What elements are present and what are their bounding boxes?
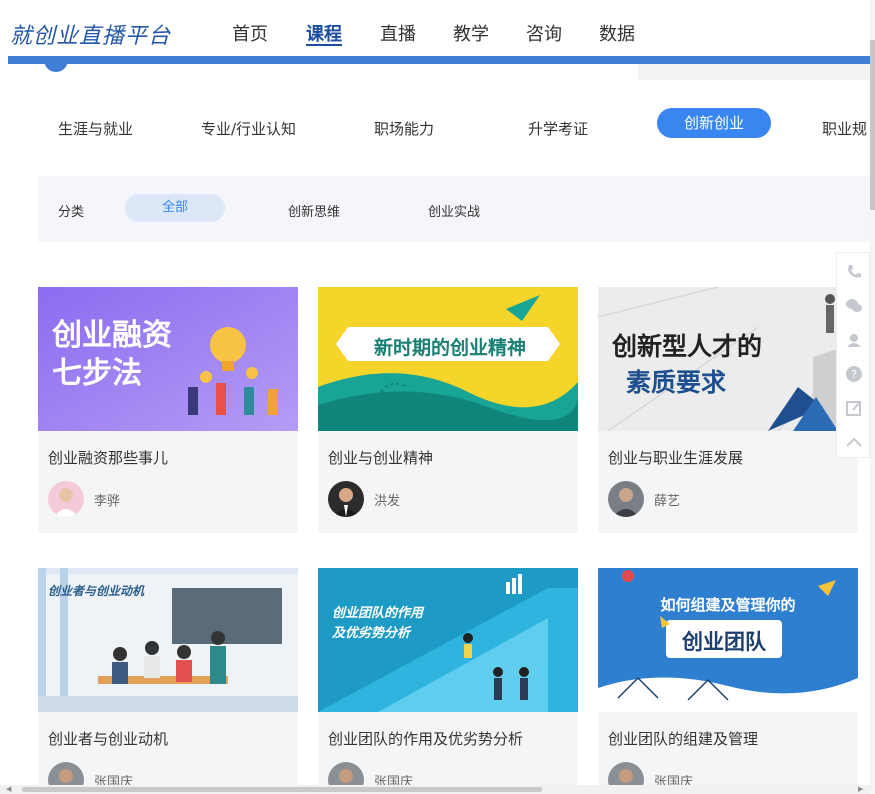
course-thumbnail[interactable]: 创业融资 七步法 bbox=[38, 287, 298, 431]
site-logo[interactable]: 就创业直播平台 bbox=[10, 18, 171, 50]
course-card[interactable]: 创业融资 七步法 创业融资那些事儿 李骅 bbox=[38, 287, 298, 533]
course-thumbnail[interactable]: 新时期的创业精神 bbox=[318, 287, 578, 431]
nav-live[interactable]: 直播 bbox=[380, 20, 416, 46]
service-icon[interactable] bbox=[837, 323, 871, 357]
thumbnail-caption: 创业融资 七步法 bbox=[52, 318, 172, 391]
filter-bar: 分类 全部 创新思维 创业实战 bbox=[38, 176, 870, 242]
nav-home[interactable]: 首页 bbox=[232, 20, 268, 46]
nav-data[interactable]: 数据 bbox=[599, 20, 635, 46]
course-thumbnail[interactable]: 创新型人才的 素质要求 bbox=[598, 287, 858, 431]
horizontal-scroll-thumb[interactable] bbox=[22, 787, 542, 792]
help-icon[interactable]: ? bbox=[837, 357, 871, 391]
course-author: 洪发 bbox=[374, 494, 401, 509]
hero-decoration bbox=[44, 58, 68, 72]
author-avatar bbox=[608, 481, 644, 517]
thumbnail-caption: 创新型人才的 素质要求 bbox=[612, 332, 763, 397]
category-tab-innovation[interactable]: 创新创业 bbox=[657, 108, 772, 138]
back-to-top-icon[interactable] bbox=[837, 425, 871, 459]
filter-option-all[interactable]: 全部 bbox=[125, 194, 225, 222]
author-avatar bbox=[48, 481, 84, 517]
scroll-left-arrow-icon[interactable]: ◀ bbox=[6, 785, 11, 793]
wechat-icon[interactable] bbox=[837, 289, 871, 323]
course-card[interactable]: 如何组建及管理你的 创业团队 创业团队的组建及管理 张国庆 bbox=[598, 568, 858, 794]
svg-text:?: ? bbox=[851, 368, 857, 381]
course-title[interactable]: 创业与创业精神 bbox=[328, 447, 433, 468]
filter-option-innovative-thinking[interactable]: 创新思维 bbox=[288, 201, 340, 220]
thumbnail-caption: 创业者与创业动机 bbox=[48, 584, 145, 598]
course-author: 薛艺 bbox=[654, 494, 681, 509]
course-title[interactable]: 创业团队的作用及优劣势分析 bbox=[328, 728, 523, 749]
thumbnail-caption: 创业团队的作用 及优劣势分析 bbox=[332, 606, 424, 641]
category-tab-exams[interactable]: 升学考证 bbox=[528, 114, 588, 144]
vertical-scroll-thumb[interactable] bbox=[870, 40, 875, 210]
hero-panel bbox=[638, 64, 870, 80]
header-accent-bar bbox=[8, 56, 870, 64]
phone-icon[interactable] bbox=[837, 255, 871, 289]
course-card[interactable]: 创业团队的作用 及优劣势分析 创业团队的作用及优劣势分析 张国庆 bbox=[318, 568, 578, 794]
course-thumbnail[interactable]: 创业者与创业动机 bbox=[38, 568, 298, 712]
category-tab-career[interactable]: 生涯与就业 bbox=[58, 114, 133, 144]
category-tab-industry[interactable]: 专业/行业认知 bbox=[201, 114, 296, 144]
author-avatar bbox=[328, 481, 364, 517]
course-title[interactable]: 创业融资那些事儿 bbox=[48, 447, 168, 468]
category-tab-planning[interactable]: 职业规 bbox=[822, 114, 867, 144]
course-author: 李骅 bbox=[94, 494, 121, 509]
course-title[interactable]: 创业与职业生涯发展 bbox=[608, 447, 743, 468]
course-card[interactable]: 创业者与创业动机 创业者与创业动机 张国庆 bbox=[38, 568, 298, 794]
hero-strip bbox=[8, 58, 870, 80]
nav-active-indicator bbox=[306, 44, 342, 46]
course-thumbnail[interactable]: 创业团队的作用 及优劣势分析 bbox=[318, 568, 578, 712]
course-title[interactable]: 创业者与创业动机 bbox=[48, 728, 168, 749]
nav-courses[interactable]: 课程 bbox=[306, 20, 342, 46]
nav-teaching[interactable]: 教学 bbox=[453, 20, 489, 46]
horizontal-scrollbar[interactable]: ◀ ▶ bbox=[0, 785, 870, 794]
filter-label: 分类 bbox=[58, 205, 85, 220]
course-card[interactable]: 创新型人才的 素质要求 创业与职业生涯发展 薛艺 bbox=[598, 287, 858, 533]
scroll-right-arrow-icon[interactable]: ▶ bbox=[858, 785, 863, 793]
vertical-scrollbar[interactable] bbox=[870, 0, 875, 794]
top-header: 就创业直播平台 首页 课程 直播 教学 咨询 数据 bbox=[0, 0, 875, 58]
thumbnail-caption-highlight: 创业团队 bbox=[682, 630, 766, 654]
thumbnail-caption: 如何组建及管理你的 bbox=[660, 596, 796, 614]
side-toolbar: ? bbox=[836, 252, 870, 458]
nav-consult[interactable]: 咨询 bbox=[526, 20, 562, 46]
filter-option-startup-practice[interactable]: 创业实战 bbox=[428, 201, 480, 220]
course-thumbnail[interactable]: 如何组建及管理你的 创业团队 bbox=[598, 568, 858, 712]
thumbnail-caption: 新时期的创业精神 bbox=[373, 337, 526, 359]
course-card[interactable]: 新时期的创业精神 创业与创业精神 洪发 bbox=[318, 287, 578, 533]
category-tab-workplace[interactable]: 职场能力 bbox=[374, 114, 434, 144]
course-title[interactable]: 创业团队的组建及管理 bbox=[608, 728, 758, 749]
edit-icon[interactable] bbox=[837, 391, 871, 425]
